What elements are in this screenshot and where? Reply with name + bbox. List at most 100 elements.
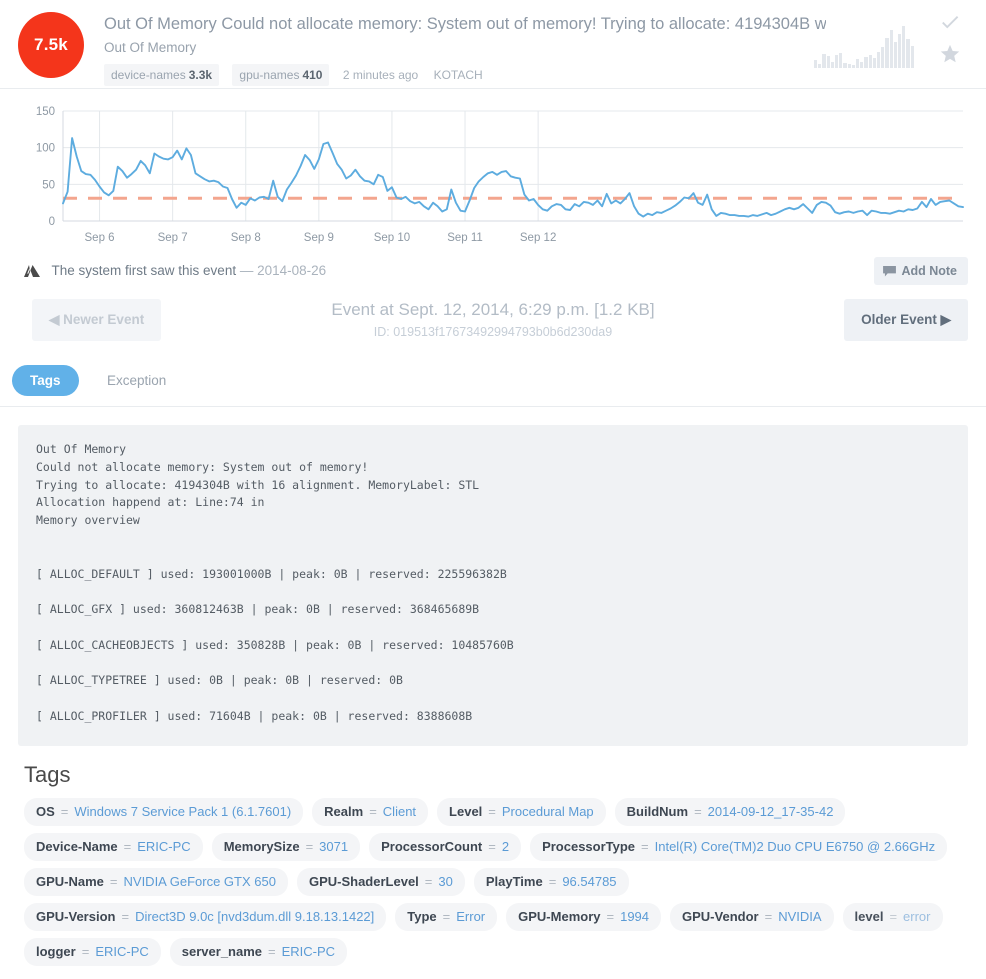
event-header: 7.5k Out Of Memory Could not allocate me… — [0, 0, 986, 89]
tag-value[interactable]: NVIDIA — [778, 908, 821, 926]
tag-equals: = — [548, 873, 557, 889]
tag-equals: = — [424, 873, 433, 889]
sparkline-bar — [860, 62, 864, 68]
tag-pill[interactable]: Level = Procedural Map — [437, 797, 606, 826]
tag-pill[interactable]: OS = Windows 7 Service Pack 1 (6.1.7601) — [24, 797, 304, 826]
sparkline-bar — [847, 64, 851, 68]
tag-value[interactable]: 3071 — [319, 838, 348, 856]
sparkline-bar — [877, 52, 881, 68]
tag-pill[interactable]: server_name = ERIC-PC — [169, 937, 348, 966]
tag-equals: = — [121, 908, 130, 924]
tag-value[interactable]: Procedural Map — [502, 803, 594, 821]
tag-value[interactable]: Windows 7 Service Pack 1 (6.1.7601) — [74, 803, 291, 821]
tag-pill[interactable]: level = error — [842, 902, 943, 931]
meta-chip-value: 3.3k — [188, 68, 213, 82]
sparkline-bar — [830, 62, 835, 68]
sparkline-bar — [868, 55, 872, 68]
tag-equals: = — [369, 803, 377, 819]
tag-pill[interactable]: Type = Error — [395, 902, 498, 931]
tag-key: level — [854, 908, 884, 924]
tag-value[interactable]: Client — [383, 803, 416, 821]
x-axis-tick-label: Sep 7 — [158, 232, 188, 244]
tag-value[interactable]: 2 — [502, 838, 509, 856]
tag-pill[interactable]: PlayTime = 96.54785 — [473, 867, 629, 896]
tag-pill[interactable]: GPU-Memory = 1994 — [506, 902, 662, 931]
tag-value[interactable]: ERIC-PC — [282, 943, 335, 961]
chart-line-series — [62, 137, 964, 218]
tag-equals: = — [81, 943, 90, 959]
sparkline-bar — [885, 38, 889, 68]
tag-pill[interactable]: GPU-ShaderLevel = 30 — [296, 867, 465, 896]
tag-pill[interactable]: GPU-Name = NVIDIA GeForce GTX 650 — [24, 867, 288, 896]
tag-key: Realm — [324, 803, 364, 819]
x-axis-tick-label: Sep 12 — [520, 232, 556, 244]
older-event-label: Older Event — [861, 312, 937, 327]
tab-exception[interactable]: Exception — [89, 365, 184, 396]
event-title[interactable]: Out Of Memory Could not allocate memory:… — [104, 12, 826, 35]
tag-value[interactable]: ERIC-PC — [95, 943, 148, 961]
tag-value[interactable]: 1994 — [620, 908, 649, 926]
event-culprit: Out Of Memory — [104, 40, 197, 55]
tag-key: GPU-Version — [36, 908, 116, 924]
tag-pill[interactable]: GPU-Vendor = NVIDIA — [670, 902, 834, 931]
tag-pill[interactable]: Device-Name = ERIC-PC — [24, 832, 203, 861]
tag-value[interactable]: NVIDIA GeForce GTX 650 — [124, 873, 276, 891]
tag-value[interactable]: 2014-09-12_17-35-42 — [708, 803, 834, 821]
meta-chip-device-names[interactable]: device-names 3.3k — [104, 64, 220, 86]
triangle-left-icon: ◀ — [49, 312, 60, 327]
mountain-chart-icon — [24, 264, 40, 281]
newer-event-button[interactable]: ◀ Newer Event — [32, 299, 162, 341]
tag-pill[interactable]: ProcessorCount = 2 — [369, 832, 522, 861]
event-count-badge: 7.5k — [18, 12, 84, 78]
sparkline-bar — [872, 58, 877, 68]
tag-equals: = — [889, 908, 898, 924]
sparkline-bar — [864, 57, 868, 68]
tag-pill[interactable]: ProcessorType = Intel(R) Core(TM)2 Duo CPU… — [530, 832, 948, 861]
tag-key: Type — [407, 908, 437, 924]
chart-svg: 0 50 100 150 Sep 6 Sep 7 Sep 8 Sep 9 Sep 10 Sep 1… — [36, 106, 964, 244]
sparkline-bars — [814, 22, 914, 68]
first-seen-separator: — — [239, 263, 254, 278]
sparkline-bar — [826, 56, 830, 68]
older-event-button[interactable]: Older Event ▶ — [844, 299, 968, 341]
y-axis-tick-label: 50 — [42, 179, 55, 191]
y-axis-tick-label: 100 — [36, 143, 55, 155]
tag-pill[interactable]: logger = ERIC-PC — [24, 937, 161, 966]
tag-key: BuildNum — [626, 803, 689, 819]
sparkline-bar — [856, 59, 860, 68]
x-axis-tick-label: Sep 8 — [231, 232, 261, 244]
tag-pill[interactable]: Realm = Client — [312, 797, 429, 826]
add-note-label: Add Note — [901, 264, 957, 278]
tag-key: OS — [36, 803, 55, 819]
event-navigation: ◀ Newer Event Event at Sept. 12, 2014, 6… — [0, 293, 986, 365]
tag-key: PlayTime — [485, 873, 543, 889]
tag-value[interactable]: Direct3D 9.0c [nvd3dum.dll 9.18.13.1422] — [135, 908, 374, 926]
add-note-button[interactable]: Add Note — [874, 257, 968, 285]
x-axis-tick-label: Sep 9 — [304, 232, 334, 244]
tag-value[interactable]: error — [903, 908, 930, 926]
sparkline-bar — [906, 39, 910, 68]
tag-equals: = — [60, 803, 69, 819]
tag-value[interactable]: Error — [456, 908, 485, 926]
comment-icon — [883, 266, 897, 277]
tab-tags[interactable]: Tags — [12, 365, 79, 396]
check-icon[interactable] — [928, 10, 972, 43]
first-seen-date: 2014-08-26 — [257, 263, 327, 278]
tag-equals: = — [764, 908, 773, 924]
event-frequency-chart[interactable]: 0 50 100 150 Sep 6 Sep 7 Sep 8 Sep 9 Sep 10 Sep 1… — [0, 89, 986, 249]
tag-value[interactable]: Intel(R) Core(TM)2 Duo CPU E6750 @ 2.66G… — [655, 838, 936, 856]
tag-pill[interactable]: BuildNum = 2014-09-12_17-35-42 — [614, 797, 846, 826]
star-icon[interactable] — [928, 43, 972, 76]
tag-key: Level — [449, 803, 483, 819]
tag-value[interactable]: 30 — [438, 873, 452, 891]
meta-chip-gpu-names[interactable]: gpu-names 410 — [232, 64, 330, 86]
tag-equals: = — [641, 838, 649, 854]
tag-key: GPU-Memory — [518, 908, 601, 924]
tag-equals: = — [268, 943, 276, 959]
sparkline-bar — [893, 42, 898, 68]
tag-key: GPU-Name — [36, 873, 104, 889]
tag-value[interactable]: 96.54785 — [562, 873, 616, 891]
tag-pill[interactable]: GPU-Version = Direct3D 9.0c [nvd3dum.dll 9… — [24, 902, 387, 931]
tag-value[interactable]: ERIC-PC — [137, 838, 190, 856]
tag-pill[interactable]: MemorySize = 3071 — [211, 832, 361, 861]
